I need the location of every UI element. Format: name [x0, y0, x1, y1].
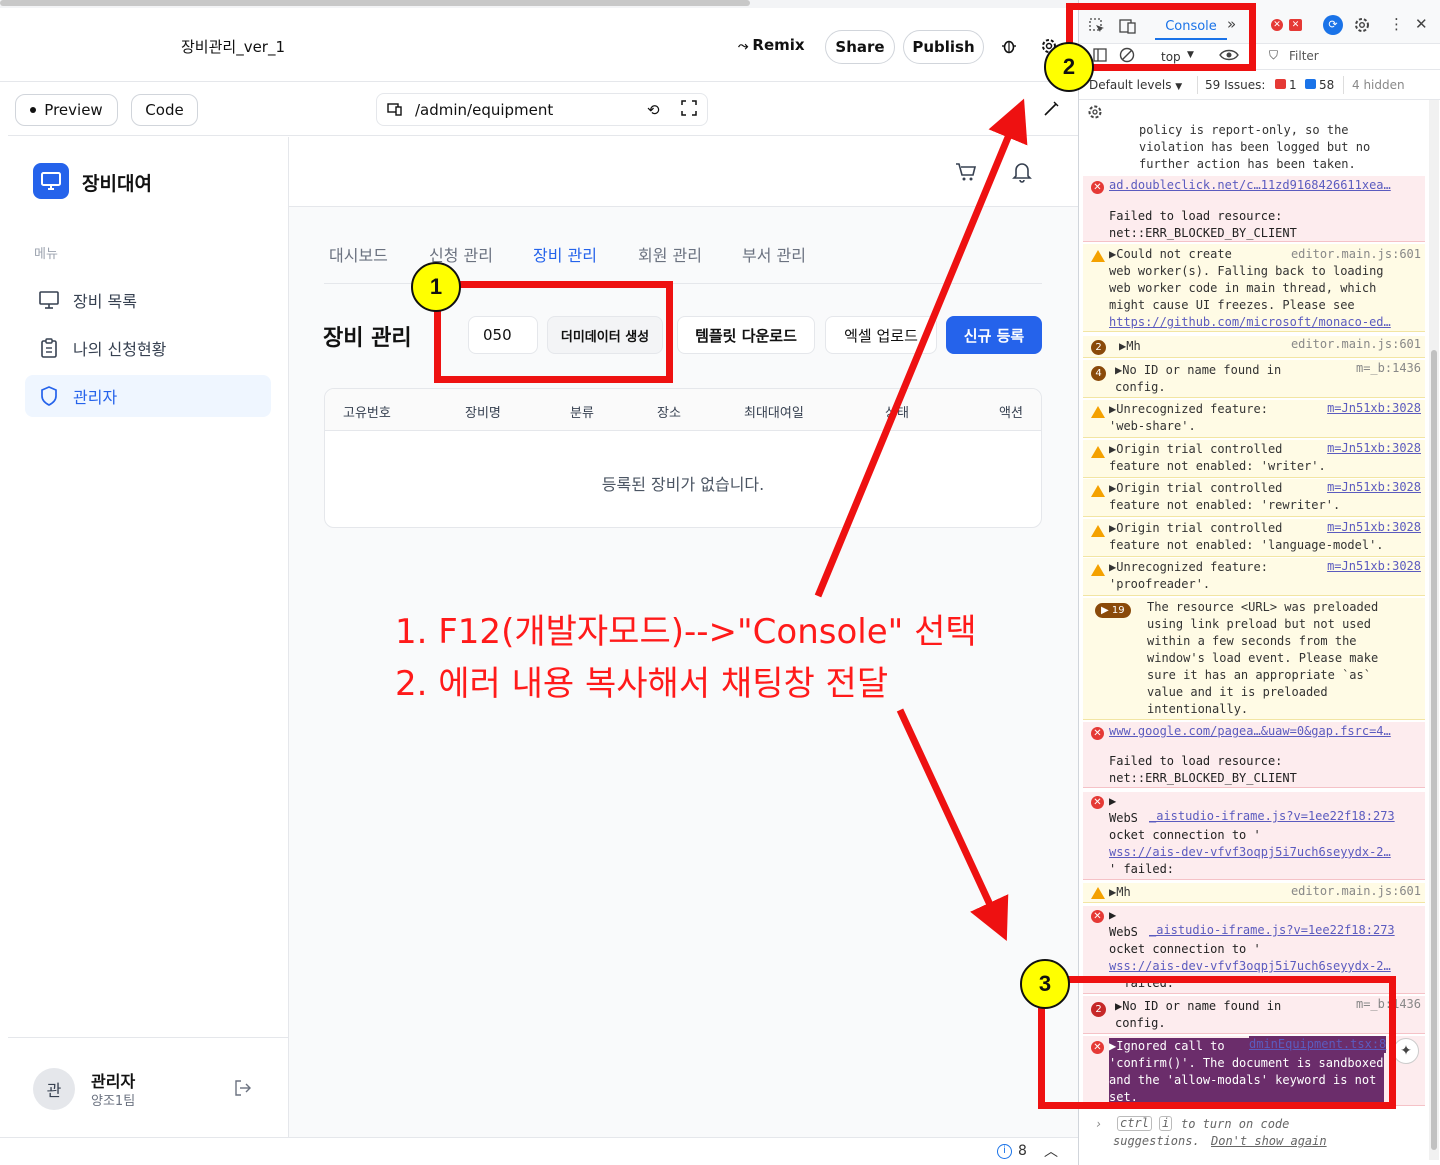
- step-badge-3: 3: [1020, 959, 1070, 1009]
- arrow-to-console-tab: [814, 98, 1028, 598]
- instruction-line-1: 1. F12(개발자모드)-->"Console" 선택: [395, 612, 977, 652]
- annotation-arrows: [814, 98, 1028, 942]
- step-badge-1: 1: [411, 262, 461, 312]
- instruction-line-2: 2. 에러 내용 복사해서 채팅창 전달: [395, 664, 889, 704]
- step-badge-2: 2: [1044, 42, 1094, 92]
- arrow-to-error: [896, 708, 1009, 942]
